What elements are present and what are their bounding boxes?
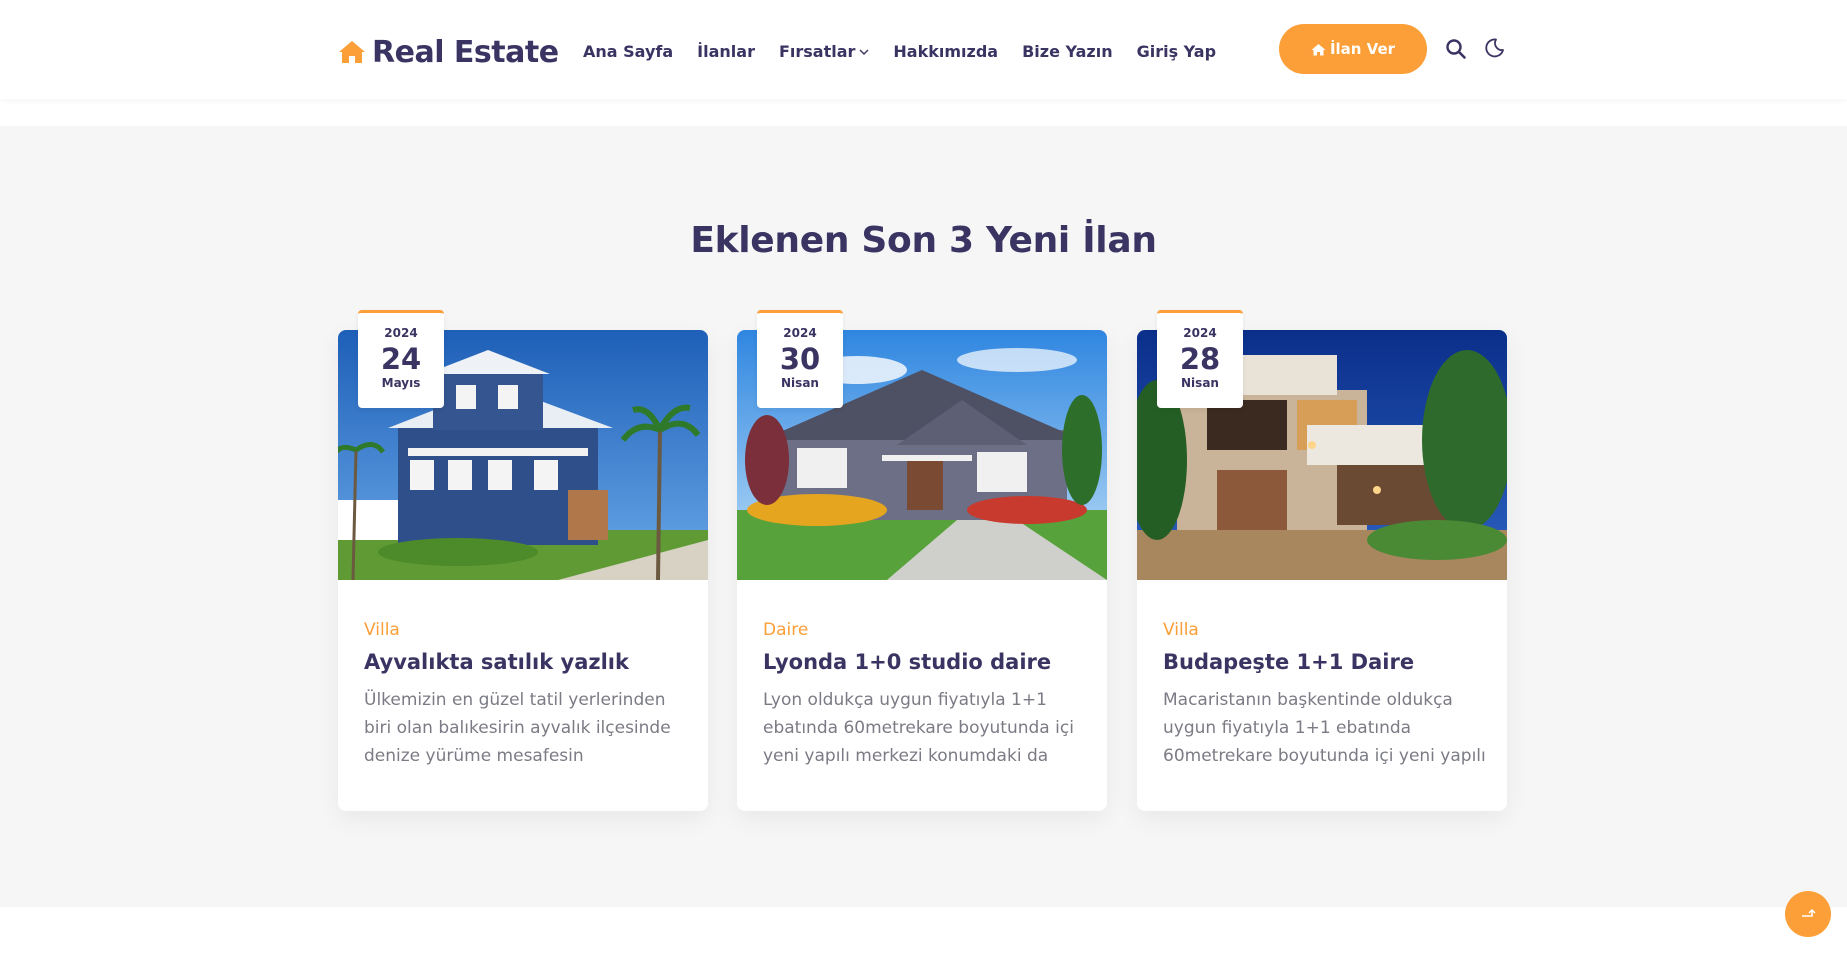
house-icon — [339, 41, 365, 63]
nav-label: İlanlar — [697, 42, 755, 61]
chevron-down-icon — [859, 49, 869, 55]
site-logo[interactable]: Real Estate — [338, 34, 559, 70]
site-header: Real Estate Ana Sayfa İlanlar Fırsatlar … — [0, 0, 1847, 99]
listing-category[interactable]: Villa — [1163, 620, 1489, 640]
listing-title[interactable]: Ayvalıkta satılık yazlık — [364, 650, 690, 674]
date-year: 2024 — [783, 326, 817, 340]
house-icon — [1311, 43, 1326, 55]
moon-icon[interactable] — [1483, 37, 1505, 59]
logo-text: Real Estate — [372, 34, 559, 70]
nav-item-home[interactable]: Ana Sayfa — [583, 42, 673, 61]
arrow-up-icon — [1802, 908, 1816, 917]
nav-item-deals[interactable]: Fırsatlar — [779, 42, 869, 61]
date-day: 24 — [380, 342, 422, 376]
date-month: Mayıs — [381, 376, 421, 390]
date-badge: 2024 24 Mayıs — [358, 310, 444, 408]
listing-description: Ülkemizin en güzel tatil yerlerinden bir… — [364, 690, 671, 766]
listing-card[interactable]: 2024 30 Nisan Daire Lyonda 1+0 studio da… — [737, 310, 1107, 811]
date-month: Nisan — [781, 376, 819, 390]
listing-card[interactable]: 2024 28 Nisan Villa Budapeşte 1+1 Daire … — [1137, 310, 1507, 811]
date-badge: 2024 30 Nisan — [757, 310, 843, 408]
nav-item-listings[interactable]: İlanlar — [697, 42, 755, 61]
main-nav: Ana Sayfa İlanlar Fırsatlar Hakkımızda B… — [583, 42, 1240, 61]
nav-label: Bize Yazın — [1022, 42, 1113, 61]
nav-label: Giriş Yap — [1136, 42, 1217, 61]
listing-card[interactable]: 2024 24 Mayıs Villa Ayvalıkta satılık ya… — [338, 310, 708, 811]
card-body: Villa Ayvalıkta satılık yazlık Ülkemizin… — [364, 620, 690, 770]
card-body: Villa Budapeşte 1+1 Daire Macaristanın b… — [1163, 620, 1489, 770]
listing-description: Lyon oldukça uygun fiyatıyla 1+1 ebatınd… — [763, 690, 1074, 766]
nav-item-about[interactable]: Hakkımızda — [893, 42, 998, 61]
section-title: Eklenen Son 3 Yeni İlan — [690, 220, 1157, 261]
date-day: 30 — [779, 342, 821, 376]
date-year: 2024 — [1183, 326, 1217, 340]
nav-label: Fırsatlar — [778, 42, 856, 61]
card-body: Daire Lyonda 1+0 studio daire Lyon olduk… — [763, 620, 1089, 770]
scroll-to-top-button[interactable] — [1785, 891, 1831, 937]
listing-description: Macaristanın başkentinde oldukça uygun f… — [1163, 690, 1486, 766]
listing-category[interactable]: Daire — [763, 620, 1089, 640]
nav-item-contact[interactable]: Bize Yazın — [1022, 42, 1113, 61]
post-listing-button[interactable]: İlan Ver — [1279, 24, 1427, 74]
listing-title[interactable]: Lyonda 1+0 studio daire — [763, 650, 1089, 674]
date-year: 2024 — [384, 326, 418, 340]
nav-label: Ana Sayfa — [583, 42, 674, 61]
listing-category[interactable]: Villa — [364, 620, 690, 640]
listing-title[interactable]: Budapeşte 1+1 Daire — [1163, 650, 1489, 674]
search-icon[interactable] — [1445, 38, 1467, 60]
post-listing-label: İlan Ver — [1329, 40, 1396, 58]
date-day: 28 — [1179, 342, 1221, 376]
nav-item-login[interactable]: Giriş Yap — [1137, 42, 1216, 61]
date-badge: 2024 28 Nisan — [1157, 310, 1243, 408]
nav-label: Hakkımızda — [893, 42, 999, 61]
latest-listings-section: Eklenen Son 3 Yeni İlan 2024 24 Mayıs Vi… — [0, 126, 1847, 907]
date-month: Nisan — [1181, 376, 1219, 390]
